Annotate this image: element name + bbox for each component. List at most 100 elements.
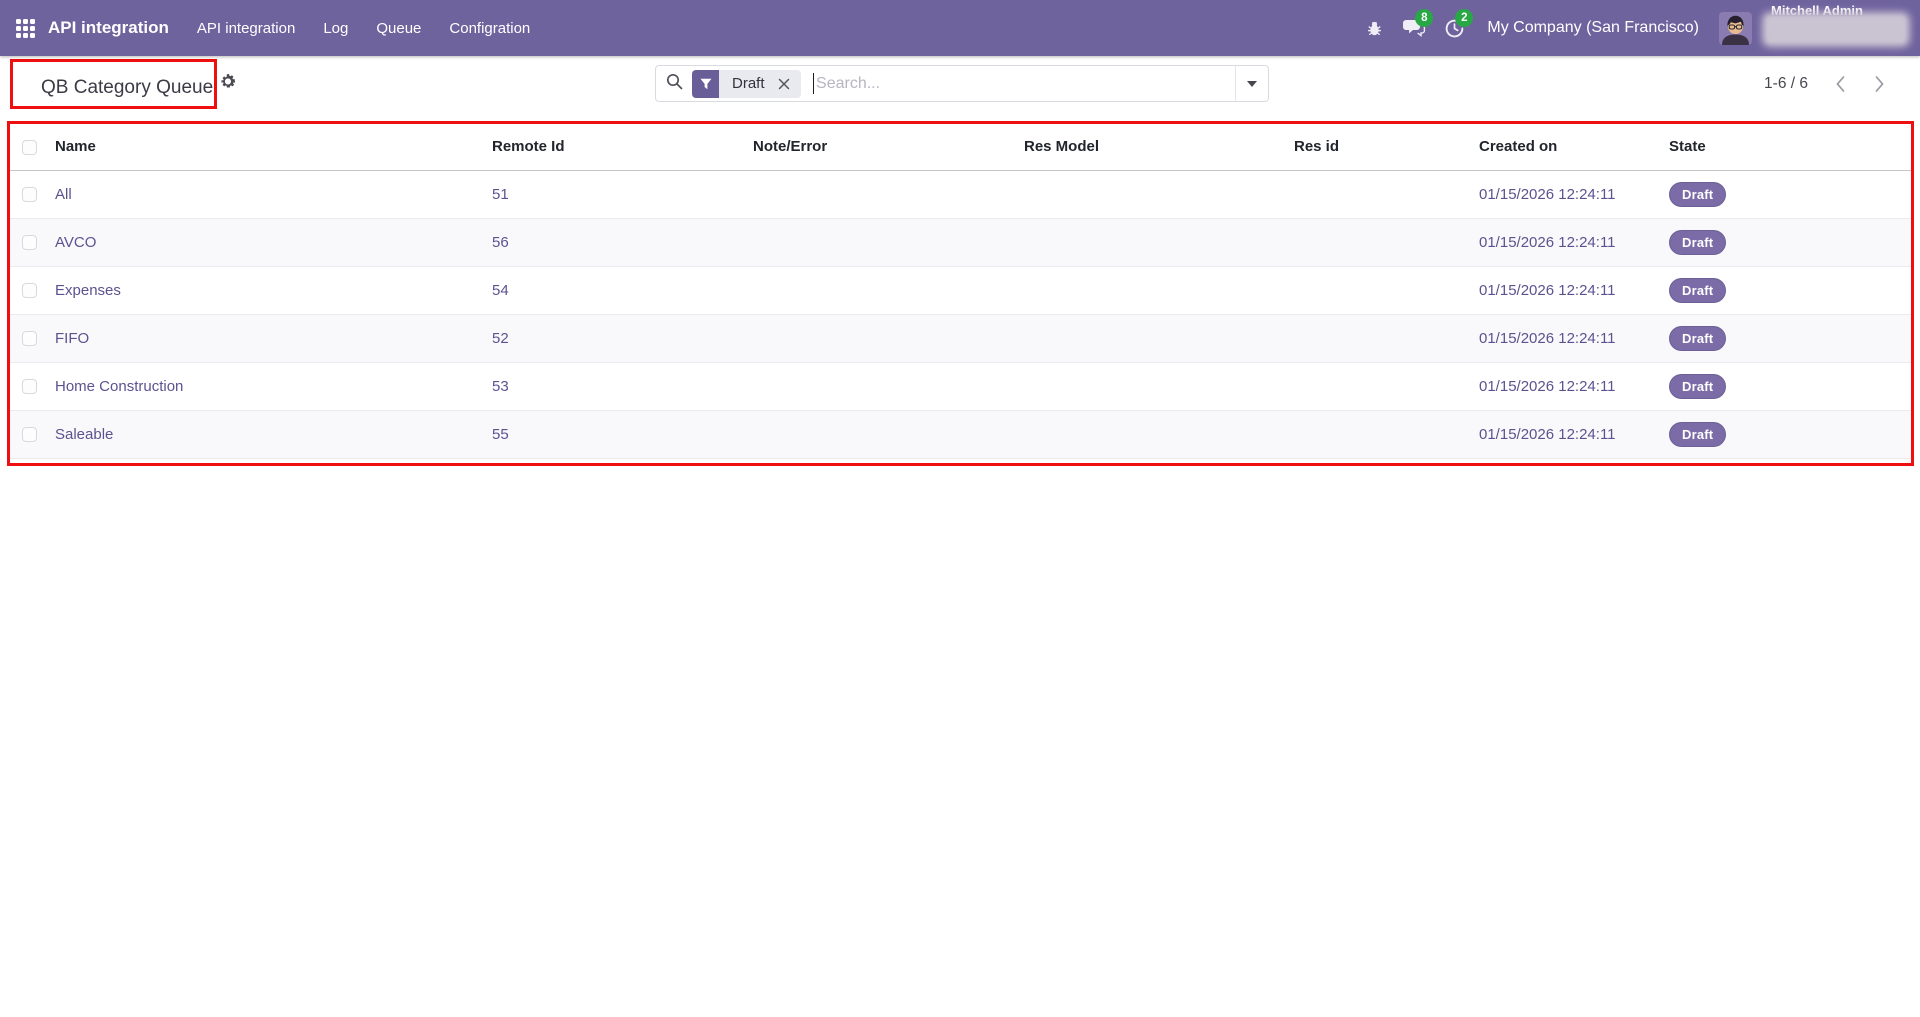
cell-res-id [1294,314,1479,363]
cell-name: Expenses [55,266,492,315]
cell-res-model [1024,170,1294,219]
cell-note-error [753,410,1024,459]
debug-bug-icon[interactable] [1361,15,1387,41]
row-checkbox[interactable] [22,331,37,347]
next-page-button[interactable] [1872,74,1886,94]
top-navbar: API integration API integration Log Queu… [0,0,1920,56]
cell-name: Home Construction [55,362,492,411]
annotation-box-title: QB Category Queue [10,59,217,109]
cell-created-on: 01/15/2026 12:24:11 [1479,170,1669,219]
row-checkbox[interactable] [22,283,37,299]
cell-state: Draft [1669,410,1914,459]
messages-count-badge: 8 [1415,9,1434,27]
row-checkbox-cell [10,410,55,459]
cell-created-on: 01/15/2026 12:24:11 [1479,218,1669,267]
cell-name: All [55,170,492,219]
row-checkbox[interactable] [22,187,37,203]
messages-icon[interactable]: 8 [1401,9,1434,41]
cell-name: AVCO [55,218,492,267]
cell-state: Draft [1669,314,1914,363]
column-header-remote-id[interactable]: Remote Id [492,124,753,171]
cell-remote-id: 56 [492,218,753,267]
user-name-blur-patch [1766,16,1906,43]
table-row[interactable]: AVCO 56 01/15/2026 12:24:11 Draft [10,218,1914,267]
search-options-toggle[interactable] [1235,66,1268,101]
cell-state: Draft [1669,170,1914,219]
table-row[interactable]: Home Construction 53 01/15/2026 12:24:11… [10,362,1914,411]
cell-created-on: 01/15/2026 12:24:11 [1479,266,1669,315]
chevron-down-icon [1247,80,1257,87]
column-header-res-model[interactable]: Res Model [1024,124,1294,171]
state-badge: Draft [1669,373,1727,399]
cell-note-error [753,218,1024,267]
cell-created-on: 01/15/2026 12:24:11 [1479,314,1669,363]
pager: 1-6 / 6 [1764,65,1886,102]
cell-note-error [753,170,1024,219]
cell-note-error [753,314,1024,363]
previous-page-button[interactable] [1833,74,1847,94]
search-facet-draft: Draft [692,69,801,98]
topbar-right: 8 2 My Company (San Francisco) Mitchell … [1361,0,1914,56]
table-row[interactable]: Saleable 55 01/15/2026 12:24:11 Draft [10,410,1914,459]
table-row[interactable]: Expenses 54 01/15/2026 12:24:11 Draft [10,266,1914,315]
row-checkbox-cell [10,362,55,411]
cell-name: FIFO [55,314,492,363]
cell-state: Draft [1669,218,1914,267]
company-switcher[interactable]: My Company (San Francisco) [1487,19,1699,37]
table-row[interactable]: FIFO 52 01/15/2026 12:24:11 Draft [10,314,1914,363]
state-badge: Draft [1669,421,1727,447]
cell-res-model [1024,362,1294,411]
user-menu[interactable]: Mitchell Admin [1766,0,1914,56]
cell-created-on: 01/15/2026 12:24:11 [1479,410,1669,459]
cell-res-model [1024,218,1294,267]
gear-icon[interactable] [220,73,237,90]
facet-remove-button[interactable] [776,70,801,98]
row-checkbox[interactable] [22,235,37,251]
column-header-state[interactable]: State [1669,124,1914,171]
menu-item-configration[interactable]: Configration [439,14,540,43]
text-cursor [812,73,815,94]
select-all-checkbox[interactable] [22,139,37,155]
user-avatar[interactable] [1719,11,1752,45]
cell-res-id [1294,362,1479,411]
cell-res-model [1024,410,1294,459]
row-checkbox[interactable] [22,427,37,443]
search-input[interactable]: Search... [816,75,880,93]
cell-res-id [1294,170,1479,219]
app-name[interactable]: API integration [48,18,169,38]
search-bar[interactable]: Draft Search... [655,65,1269,102]
control-panel: QB Category Queue Draft Search... 1-6 / … [0,56,1920,121]
row-checkbox-cell [10,266,55,315]
pager-range: 1-6 / 6 [1764,74,1808,92]
cell-remote-id: 55 [492,410,753,459]
table-body: All 51 01/15/2026 12:24:11 Draft AVCO 56… [10,170,1914,459]
column-header-note-error[interactable]: Note/Error [753,124,1024,171]
state-badge: Draft [1669,229,1727,255]
queue-list-table: Name Remote Id Note/Error Res Model Res … [10,124,1914,459]
cell-remote-id: 53 [492,362,753,411]
row-checkbox[interactable] [22,379,37,395]
cell-name: Saleable [55,410,492,459]
cell-res-id [1294,410,1479,459]
table-row[interactable]: All 51 01/15/2026 12:24:11 Draft [10,170,1914,219]
menu-item-queue[interactable]: Queue [366,14,431,43]
facet-label: Draft [732,75,765,92]
chevron-right-icon [1875,75,1884,92]
cell-res-id [1294,266,1479,315]
activities-clock-icon[interactable]: 2 [1441,9,1474,41]
menu-item-api-integration[interactable]: API integration [187,14,305,43]
cell-state: Draft [1669,266,1914,315]
column-header-res-id[interactable]: Res id [1294,124,1479,171]
table-header: Name Remote Id Note/Error Res Model Res … [10,124,1914,171]
menu-item-log[interactable]: Log [313,14,358,43]
filter-funnel-icon [692,69,719,98]
cell-state: Draft [1669,362,1914,411]
state-badge: Draft [1669,181,1727,207]
cell-remote-id: 51 [492,170,753,219]
cell-remote-id: 54 [492,266,753,315]
column-header-created-on[interactable]: Created on [1479,124,1669,171]
column-header-name[interactable]: Name [55,124,492,171]
apps-menu-icon[interactable] [16,18,35,38]
state-badge: Draft [1669,277,1727,303]
search-icon [666,73,683,95]
